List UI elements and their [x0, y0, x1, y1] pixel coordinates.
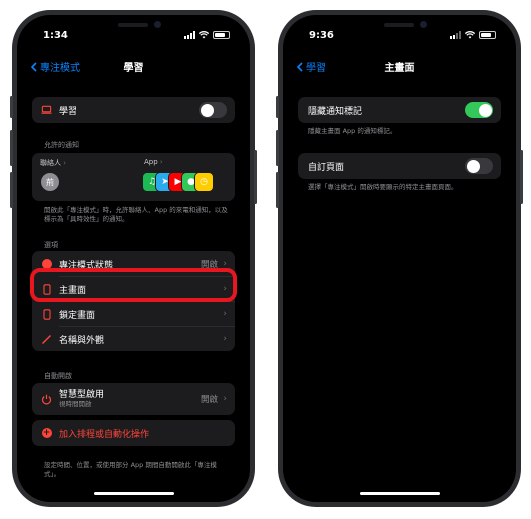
hide-badges-label: 隱藏通知標記: [308, 106, 363, 117]
power-icon: [41, 394, 52, 405]
lock-screen-icon: [41, 308, 52, 320]
focus-label: 學習: [59, 106, 78, 117]
allowed-notifications-header: 允許的通知: [44, 141, 79, 149]
wifi-icon: [199, 31, 209, 39]
volume-down-button: [276, 172, 279, 208]
hide-badges-row[interactable]: 隱藏通知標記: [298, 98, 501, 122]
smart-activation-sublabel: 視時間開啟: [59, 400, 92, 408]
phone-right: 9:36 學習 主畫面 隱藏通知標記 隱藏主畫面 App 的通知標記。 自訂頁面…: [276, 10, 523, 507]
home-indicator: [93, 492, 174, 495]
auto-on-header: 自動開啟: [44, 372, 72, 380]
focus-toggle[interactable]: [199, 102, 227, 118]
plus-circle-icon: +: [41, 428, 52, 438]
add-schedule-row[interactable]: + 加入排程或自動化操作: [32, 421, 235, 445]
cellular-signal-icon: [184, 31, 195, 39]
wifi-icon: [465, 31, 475, 39]
volume-up-button: [276, 130, 279, 166]
chevron-right-icon: ›: [223, 394, 227, 404]
hide-badges-note: 隱藏主畫面 App 的通知標記。: [308, 127, 397, 135]
options-label: 鎖定畫面: [59, 310, 96, 321]
screen-left: 1:34 專注模式 學習 學習 允許的通知 聯絡人 › 荊 App › ♫ ➤ …: [17, 15, 250, 502]
page-title: 學習: [123, 63, 144, 74]
side-button: [520, 150, 523, 204]
people-label: 聯絡人: [40, 159, 61, 167]
cellular-signal-icon: [450, 31, 461, 39]
allowed-notifications-group: 聯絡人 › 荊 App › ♫ ➤ ▶ ● ◷: [32, 153, 235, 201]
battery-icon: [479, 31, 496, 39]
hide-badges-toggle[interactable]: [465, 102, 493, 118]
highlight-box: [30, 268, 237, 302]
focus-toggle-row[interactable]: 學習: [32, 98, 235, 122]
battery-icon: [213, 31, 230, 39]
status-time: 9:36: [309, 30, 334, 41]
pencil-icon: [41, 334, 52, 345]
focus-toggle-group: 學習: [32, 97, 235, 123]
status-time: 1:34: [43, 30, 68, 41]
options-header: 選項: [44, 241, 58, 249]
volume-down-button: [10, 172, 13, 208]
smart-activation-group: 智慧型啟用 視時間開啟 開啟 ›: [32, 383, 235, 415]
hide-badges-group: 隱藏通知標記: [298, 97, 501, 123]
nav-bar: 專注模式 學習: [17, 59, 250, 75]
apps-label: App: [144, 158, 158, 166]
custom-pages-group: 自訂頁面: [298, 153, 501, 179]
avatar: 荊: [41, 173, 59, 191]
options-row-lock-screen[interactable]: 鎖定畫面 ›: [32, 302, 235, 326]
nav-bar: 學習 主畫面: [283, 59, 516, 75]
custom-pages-row[interactable]: 自訂頁面: [298, 154, 501, 178]
options-label: 名稱與外觀: [59, 335, 105, 346]
mute-switch: [276, 96, 279, 118]
notch: [347, 15, 452, 37]
volume-up-button: [10, 130, 13, 166]
side-button: [254, 150, 257, 204]
add-schedule-label: 加入排程或自動化操作: [59, 429, 150, 440]
allowed-notifications-note: 開啟此「專注模式」時，允許聯絡人、App 的來電和通知，以及標示為「具時效性」的…: [44, 206, 228, 223]
screen-right: 9:36 學習 主畫面 隱藏通知標記 隱藏主畫面 App 的通知標記。 自訂頁面…: [283, 15, 516, 502]
smart-activation-row[interactable]: 智慧型啟用 視時間開啟 開啟 ›: [32, 387, 235, 411]
add-schedule-group: + 加入排程或自動化操作: [32, 420, 235, 446]
custom-pages-note: 選擇「專注模式」開啟時要顯示的特定主畫面頁面。: [308, 183, 458, 191]
custom-pages-toggle[interactable]: [465, 158, 493, 174]
apps-section[interactable]: App ›: [144, 158, 163, 166]
people-section[interactable]: 聯絡人 ›: [40, 158, 66, 168]
options-row-name-appearance[interactable]: 名稱與外觀 ›: [32, 327, 235, 351]
phone-left: 1:34 專注模式 學習 學習 允許的通知 聯絡人 › 荊 App › ♫ ➤ …: [10, 10, 257, 507]
chevron-right-icon: ›: [157, 158, 163, 166]
notch: [81, 15, 186, 37]
mute-switch: [10, 96, 13, 118]
home-indicator: [359, 492, 440, 495]
page-title: 主畫面: [384, 63, 415, 74]
laptop-icon: [41, 105, 52, 116]
auto-on-note: 設定時間、位置，或使用部分 App 期間自動開啟此「專注模式」。: [44, 461, 217, 478]
clock-icon: ◷: [194, 172, 214, 192]
chevron-right-icon: ›: [61, 159, 67, 167]
chevron-right-icon: ›: [223, 334, 227, 344]
chevron-right-icon: ›: [223, 309, 227, 319]
smart-activation-value: 開啟: [200, 395, 218, 405]
custom-pages-label: 自訂頁面: [308, 162, 345, 173]
